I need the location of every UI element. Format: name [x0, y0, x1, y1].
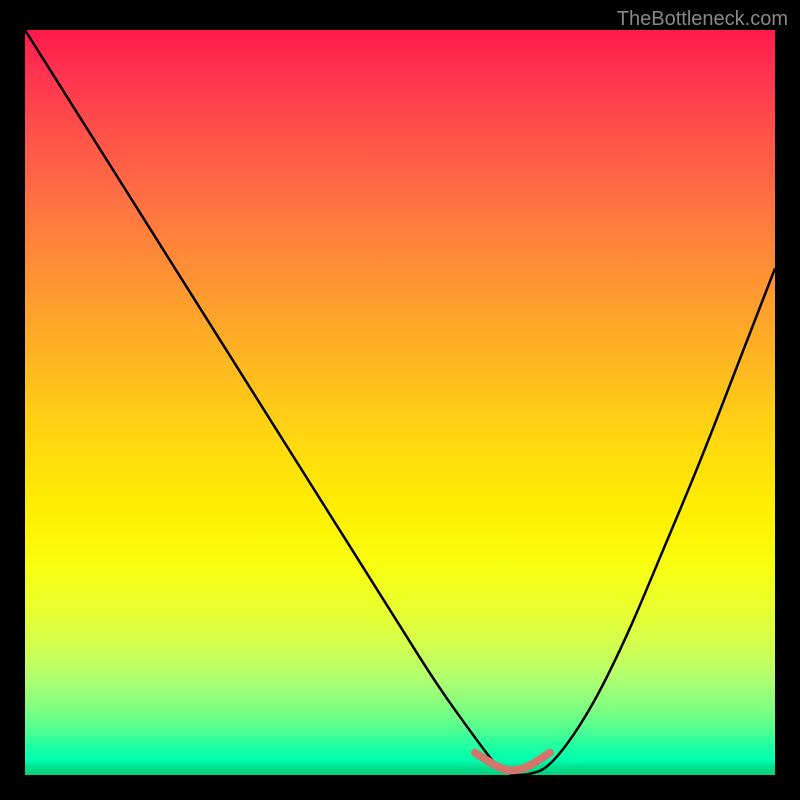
highlight-segment — [475, 753, 550, 771]
watermark-text: TheBottleneck.com — [617, 8, 788, 31]
main-curve-line — [25, 30, 775, 775]
plot-area — [25, 30, 775, 775]
chart-svg — [25, 30, 775, 775]
